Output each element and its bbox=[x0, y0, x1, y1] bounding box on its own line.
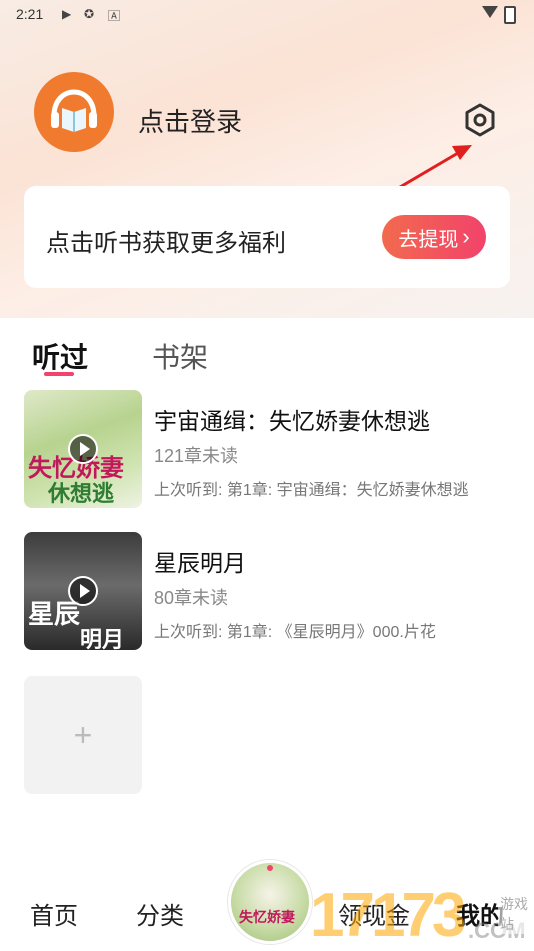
book-title: 宇宙通缉：失忆娇妻休想逃 bbox=[154, 408, 430, 434]
add-book-button[interactable]: + bbox=[24, 676, 142, 794]
tab-history[interactable]: 听过 bbox=[32, 336, 88, 376]
withdraw-button[interactable]: 去提现 › bbox=[382, 215, 486, 259]
promo-text: 点击听书获取更多福利 bbox=[46, 230, 286, 257]
list-item[interactable]: 星辰 明月 星辰明月 80章未读 上次听到: 第1章: 《星辰明月》000.片花 bbox=[24, 532, 514, 652]
book-unread: 121章未读 bbox=[154, 446, 239, 466]
nav-mine[interactable]: 我的 bbox=[456, 896, 504, 931]
battery-icon bbox=[504, 6, 516, 24]
nav-cash[interactable]: 领现金 bbox=[338, 896, 410, 931]
now-playing-button[interactable]: 失忆娇妻 bbox=[228, 860, 312, 944]
app-icon: ✪ bbox=[84, 7, 95, 21]
tab-bookshelf[interactable]: 书架 bbox=[152, 336, 208, 376]
promo-card[interactable]: 点击听书获取更多福利 去提现 › bbox=[24, 186, 510, 288]
status-bar: 2:21 ▶ ✪ 🄰 bbox=[0, 0, 534, 28]
tab-bar: 听过 书架 bbox=[0, 318, 534, 382]
plus-icon: + bbox=[73, 716, 93, 753]
headphone-book-icon bbox=[51, 89, 97, 132]
cover-title-bottom: 明月 bbox=[80, 627, 125, 650]
book-unread: 80章未读 bbox=[154, 588, 229, 608]
chevron-right-icon: › bbox=[462, 224, 470, 249]
status-time: 2:21 bbox=[16, 6, 44, 22]
book-cover[interactable]: 星辰 明月 bbox=[24, 532, 142, 650]
nav-home[interactable]: 首页 bbox=[30, 896, 78, 931]
book-title: 星辰明月 bbox=[154, 550, 246, 576]
a-icon: 🄰 bbox=[108, 9, 121, 23]
now-playing-cover-text: 失忆娇妻 bbox=[239, 909, 295, 925]
withdraw-label: 去提现 bbox=[398, 228, 459, 251]
book-last-played: 上次听到: 第1章: 宇宙通缉：失忆娇妻休想逃 bbox=[154, 482, 469, 499]
avatar[interactable] bbox=[34, 72, 114, 152]
book-cover[interactable]: 失忆娇妻 休想逃 bbox=[24, 390, 142, 508]
nav-category[interactable]: 分类 bbox=[136, 896, 184, 931]
play-icon[interactable] bbox=[68, 576, 98, 606]
wifi-icon bbox=[482, 6, 498, 18]
settings-button[interactable] bbox=[460, 100, 500, 140]
playing-dot bbox=[267, 865, 273, 871]
tab-indicator bbox=[44, 372, 74, 376]
list-item[interactable]: 失忆娇妻 休想逃 宇宙通缉：失忆娇妻休想逃 121章未读 上次听到: 第1章: … bbox=[24, 390, 514, 510]
play-icon: ▶ bbox=[62, 7, 72, 21]
play-icon[interactable] bbox=[68, 434, 98, 464]
book-last-played: 上次听到: 第1章: 《星辰明月》000.片花 bbox=[154, 624, 436, 641]
login-link[interactable]: 点击登录 bbox=[138, 102, 242, 139]
hexagon-settings-icon bbox=[465, 103, 495, 137]
cover-title-bottom: 休想逃 bbox=[48, 481, 115, 506]
